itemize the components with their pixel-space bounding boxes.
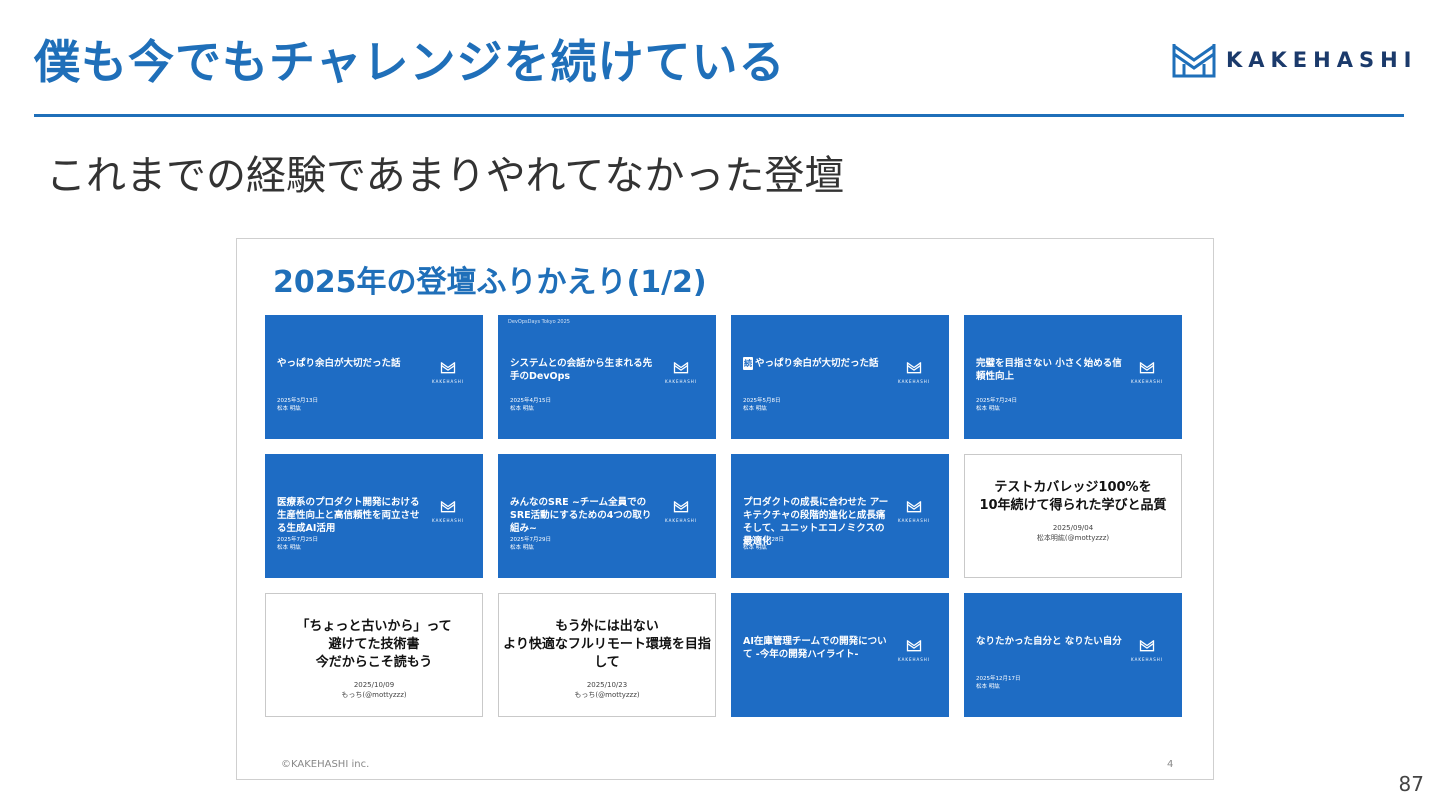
card-author: 松本 明紘 [976, 684, 1000, 690]
card-event: DevOpsDays Tokyo 2025 [508, 319, 570, 325]
card-date: 2025/10/09 もっち(@mottyzzz) [341, 681, 407, 699]
card-logo-text: KAKEHASHI [1131, 657, 1163, 662]
card-logo-text: KAKEHASHI [432, 379, 464, 384]
card-date: 2025/10/23 もっち(@mottyzzz) [574, 681, 640, 699]
card-logo: KAKEHASHI [662, 359, 700, 384]
card-author: 松本 明紘 [743, 545, 767, 551]
card-logo-text: KAKEHASHI [898, 518, 930, 523]
card-title-text: なりたかった自分と なりたい自分 [976, 636, 1122, 647]
card-logo: KAKEHASHI [429, 359, 467, 384]
card-meta: 2025年7月25日 松本 明紘 [277, 536, 318, 552]
card-author: 松本 明紘 [976, 406, 1000, 412]
card-date: 2025/09/04 松本明紘(@mottyzzz) [1036, 524, 1110, 542]
card-logo: KAKEHASHI [895, 359, 933, 384]
slide-number: 4 [1167, 759, 1174, 770]
kakehashi-logo-icon [1172, 44, 1216, 78]
talk-card: 続やっぱり余白が大切だった話 2025年5月8日 松本 明紘 KAKEHASHI [731, 315, 949, 439]
page-title: 僕も今でもチャレンジを続けている [34, 35, 786, 89]
card-title: 完璧を目指さない 小さく始める信頼性向上 [976, 357, 1126, 383]
talk-card: 「ちょっと古いから」って 避けてた技術書 今だからこそ読もう 2025/10/09… [265, 593, 483, 717]
card-title: なりたかった自分と なりたい自分 [976, 635, 1126, 648]
card-logo: KAKEHASHI [895, 498, 933, 523]
talk-card: もう外には出ない より快適なフルリモート環境を目指して 2025/10/23 もっ… [498, 593, 716, 717]
kakehashi-logo-icon [440, 359, 456, 378]
card-author: 松本 明紘 [510, 406, 534, 412]
card-title-text: システムとの会話から生まれる先手のDevOps [510, 358, 653, 382]
card-title: 続やっぱり余白が大切だった話 [743, 357, 893, 370]
card-meta: 2025年5月8日 松本 明紘 [743, 397, 781, 413]
card-title-text: やっぱり余白が大切だった話 [755, 358, 879, 369]
card-date: 2025年5月8日 [743, 398, 781, 404]
card-title: やっぱり余白が大切だった話 [277, 357, 427, 370]
talk-grid: やっぱり余白が大切だった話 2025年3月13日 松本 明紘 KAKEHASHI Dev… [265, 315, 1182, 717]
logo-text: KAKEHASHI [1226, 48, 1418, 72]
embedded-slide: 2025年の登壇ふりかえり(1/2) やっぱり余白が大切だった話 2025年3月1… [236, 238, 1214, 780]
card-date: 2025年3月13日 [277, 398, 318, 404]
card-date: 2025年7月29日 [510, 537, 551, 543]
kakehashi-logo-icon [440, 498, 456, 517]
kakehashi-logo-icon [1139, 637, 1155, 656]
card-author: 松本 明紘 [277, 406, 301, 412]
talk-card: やっぱり余白が大切だった話 2025年3月13日 松本 明紘 KAKEHASHI [265, 315, 483, 439]
card-title-text: みんなのSRE ~チーム全員でのSRE活動にするための4つの取り組み~ [510, 497, 652, 534]
talk-card: なりたかった自分と なりたい自分 2025年12月17日 松本 明紘 KAKEHASH… [964, 593, 1182, 717]
card-logo: KAKEHASHI [662, 498, 700, 523]
talk-card: プロダクトの成長に合わせた アーキテクチャの段階的進化と成長痛 そして、ユニット… [731, 454, 949, 578]
card-meta: 2025年8月28日 松本 明紘 [743, 536, 784, 552]
card-logo-text: KAKEHASHI [665, 379, 697, 384]
card-date: 2025年7月25日 [277, 537, 318, 543]
card-title: システムとの会話から生まれる先手のDevOps [510, 357, 660, 383]
kakehashi-logo-icon [673, 359, 689, 378]
subtitle: これまでの経験であまりやれてなかった登壇 [46, 153, 845, 199]
card-date: 2025年12月17日 [976, 676, 1021, 682]
title-divider [34, 114, 1404, 117]
talk-card: テストカバレッジ100%を 10年続けて得られた学びと品質 2025/09/04 … [964, 454, 1182, 578]
card-meta: 2025年7月29日 松本 明紘 [510, 536, 551, 552]
kakehashi-logo-icon [673, 498, 689, 517]
card-logo-text: KAKEHASHI [1131, 379, 1163, 384]
card-logo: KAKEHASHI [1128, 359, 1166, 384]
card-title-text: やっぱり余白が大切だった話 [277, 358, 401, 369]
card-badge: 続 [743, 357, 753, 370]
talk-card: みんなのSRE ~チーム全員でのSRE活動にするための4つの取り組み~ 2025年… [498, 454, 716, 578]
card-logo-text: KAKEHASHI [898, 379, 930, 384]
card-logo: KAKEHASHI [895, 637, 933, 662]
card-logo-text: KAKEHASHI [432, 518, 464, 523]
card-meta: 2025年7月24日 松本 明紘 [976, 397, 1017, 413]
kakehashi-logo-icon [906, 359, 922, 378]
card-logo-text: KAKEHASHI [665, 518, 697, 523]
card-title: もう外には出ない より快適なフルリモート環境を目指して [503, 619, 711, 670]
card-date: 2025年4月15日 [510, 398, 551, 404]
talk-card: 完璧を目指さない 小さく始める信頼性向上 2025年7月24日 松本 明紘 KAKEH… [964, 315, 1182, 439]
card-meta: 2025年4月15日 松本 明紘 [510, 397, 551, 413]
slide-title: 2025年の登壇ふりかえり(1/2) [273, 265, 707, 300]
card-title: みんなのSRE ~チーム全員でのSRE活動にするための4つの取り組み~ [510, 496, 660, 535]
talk-card: 医療系のプロダクト開発における 生産性向上と高信頼性を両立させる生成AI活用 20… [265, 454, 483, 578]
company-logo: KAKEHASHI [1170, 40, 1417, 80]
card-title: 「ちょっと古いから」って 避けてた技術書 今だからこそ読もう [296, 619, 452, 670]
card-meta: 2025年3月13日 松本 明紘 [277, 397, 318, 413]
talk-card: DevOpsDays Tokyo 2025 システムとの会話から生まれる先手のDe… [498, 315, 716, 439]
card-logo-text: KAKEHASHI [898, 657, 930, 662]
card-title: テストカバレッジ100%を 10年続けて得られた学びと品質 [979, 480, 1167, 513]
card-author: 松本 明紘 [510, 545, 534, 551]
card-date: 2025年7月24日 [976, 398, 1017, 404]
card-title-text: 医療系のプロダクト開発における 生産性向上と高信頼性を両立させる生成AI活用 [277, 497, 420, 534]
card-author: 松本 明紘 [277, 545, 301, 551]
card-title-text: 完璧を目指さない 小さく始める信頼性向上 [976, 358, 1122, 382]
kakehashi-logo-icon [906, 498, 922, 517]
card-meta: 2025年12月17日 松本 明紘 [976, 675, 1021, 691]
card-author: 松本 明紘 [743, 406, 767, 412]
talk-card: AI在庫管理チームでの開発について -今年の開発ハイライト- KAKEHASHI [731, 593, 949, 717]
page-number: 87 [1398, 772, 1424, 796]
card-title: AI在庫管理チームでの開発について -今年の開発ハイライト- [743, 635, 893, 661]
card-logo: KAKEHASHI [429, 498, 467, 523]
kakehashi-logo-icon [1139, 359, 1155, 378]
kakehashi-logo-icon [906, 637, 922, 656]
slide-footer: ©KAKEHASHI inc. [281, 759, 370, 770]
card-title: 医療系のプロダクト開発における 生産性向上と高信頼性を両立させる生成AI活用 [277, 496, 427, 535]
card-logo: KAKEHASHI [1128, 637, 1166, 662]
card-date: 2025年8月28日 [743, 537, 784, 543]
card-title-text: AI在庫管理チームでの開発について -今年の開発ハイライト- [743, 636, 887, 660]
